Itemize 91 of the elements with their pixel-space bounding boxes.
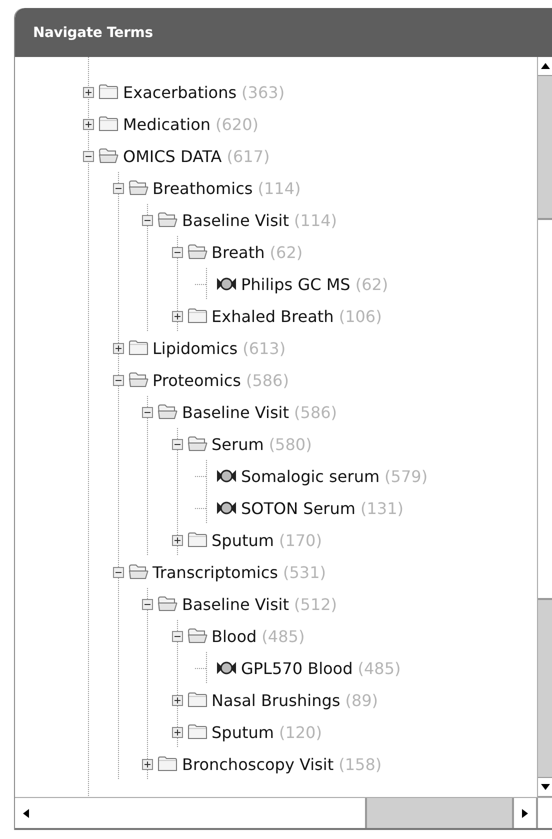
tree-item-label[interactable]: Breathomics (152, 178, 253, 198)
item-count: (617) (226, 146, 270, 166)
expand-icon[interactable] (172, 310, 182, 322)
item-count: (579) (384, 466, 428, 486)
collapse-icon[interactable] (83, 150, 94, 162)
scroll-down-icon[interactable] (540, 784, 550, 790)
open-folder-icon (186, 243, 208, 261)
tree-item-label[interactable]: GPL570 Blood (241, 658, 353, 678)
expand-icon[interactable] (172, 534, 182, 546)
item-count: (114) (258, 178, 301, 198)
dumbbell-icon (216, 499, 237, 517)
tree-item-label[interactable]: Proteomics (152, 370, 241, 390)
item-count: (620) (216, 114, 259, 134)
open-folder-icon (128, 179, 148, 197)
item-count: (170) (278, 530, 322, 550)
expand-icon[interactable] (112, 342, 124, 354)
collapse-icon[interactable] (112, 182, 124, 194)
tree-item-label[interactable]: Sputum (212, 530, 274, 550)
folder-icon (186, 531, 208, 549)
item-count: (106) (338, 306, 382, 326)
collapse-icon[interactable] (172, 630, 182, 642)
open-folder-icon (128, 563, 148, 581)
vertical-scrollbar[interactable] (537, 57, 552, 797)
item-count: (485) (358, 658, 401, 678)
expand-icon[interactable] (83, 86, 94, 98)
collapse-icon[interactable] (142, 598, 153, 610)
collapse-icon[interactable] (112, 566, 124, 578)
tree-item-label[interactable]: Lipidomics (152, 338, 238, 358)
collapse-icon[interactable] (142, 214, 153, 226)
item-count: (512) (294, 594, 338, 614)
scroll-up-icon[interactable] (540, 63, 550, 69)
horizontal-scrollbar[interactable] (15, 797, 552, 830)
dumbbell-icon (216, 659, 237, 677)
item-count: (613) (242, 338, 286, 358)
tree-item-label[interactable]: SOTON Serum (241, 498, 356, 518)
scroll-left-icon[interactable] (23, 808, 29, 818)
tree-item-label[interactable]: Transcriptomics (152, 562, 278, 582)
expand-icon[interactable] (83, 118, 94, 130)
item-count: (363) (242, 82, 285, 102)
item-count: (114) (294, 210, 338, 230)
open-folder-icon (186, 435, 208, 453)
item-count: (89) (345, 690, 378, 710)
expand-icon[interactable] (142, 758, 153, 770)
expand-icon[interactable] (172, 726, 182, 738)
tree-item-label[interactable]: Sputum (212, 722, 274, 742)
dumbbell-icon (216, 275, 237, 293)
tree-item-label[interactable]: Baseline Visit (182, 210, 290, 230)
folder-icon (186, 691, 208, 709)
expand-icon[interactable] (172, 694, 182, 706)
open-folder-icon (128, 371, 148, 389)
folder-icon (186, 307, 208, 325)
collapse-icon[interactable] (172, 246, 182, 258)
open-folder-icon (157, 403, 178, 421)
item-count: (131) (360, 498, 404, 518)
open-folder-icon (157, 211, 178, 229)
collapse-icon[interactable] (142, 406, 153, 418)
open-folder-icon (186, 627, 208, 645)
scroll-right-icon[interactable] (522, 808, 528, 818)
item-count: (485) (262, 626, 305, 646)
folder-icon (186, 723, 208, 741)
folder-icon (98, 83, 119, 101)
item-count: (62) (270, 242, 303, 262)
tree-item-label[interactable]: Nasal Brushings (212, 690, 340, 710)
dumbbell-icon (216, 467, 237, 485)
tree-item-label[interactable]: OMICS DATA (123, 146, 222, 166)
folder-icon (98, 115, 119, 133)
tree-item-label[interactable]: Medication (123, 114, 210, 134)
item-count: (531) (282, 562, 326, 582)
tree-item-label[interactable]: Baseline Visit (182, 402, 290, 422)
open-folder-icon (98, 147, 119, 165)
open-folder-icon (157, 595, 178, 613)
tree-item-label[interactable]: Exacerbations (123, 82, 237, 102)
item-count: (158) (338, 754, 382, 774)
tree-item-label[interactable]: Baseline Visit (182, 594, 290, 614)
collapse-icon[interactable] (172, 438, 182, 450)
folder-icon (157, 755, 178, 773)
tree-item-label[interactable]: Breath (212, 242, 265, 262)
folder-icon (128, 339, 148, 357)
item-count: (586) (246, 370, 289, 390)
item-count: (120) (278, 722, 322, 742)
tree-item-label[interactable]: Bronchoscopy Visit (182, 754, 334, 774)
collapse-icon[interactable] (112, 374, 124, 386)
tree-item-label[interactable]: Philips GC MS (241, 274, 350, 294)
item-count: (586) (294, 402, 338, 422)
panel-title: Navigate Terms (33, 24, 153, 40)
tree-item-label[interactable]: Blood (212, 626, 257, 646)
tree-item-label[interactable]: Exhaled Breath (212, 306, 334, 326)
item-count: (62) (355, 274, 388, 294)
item-count: (580) (268, 434, 312, 454)
tree-item-label[interactable]: Somalogic serum (241, 466, 380, 486)
tree-item-label[interactable]: Serum (212, 434, 264, 454)
